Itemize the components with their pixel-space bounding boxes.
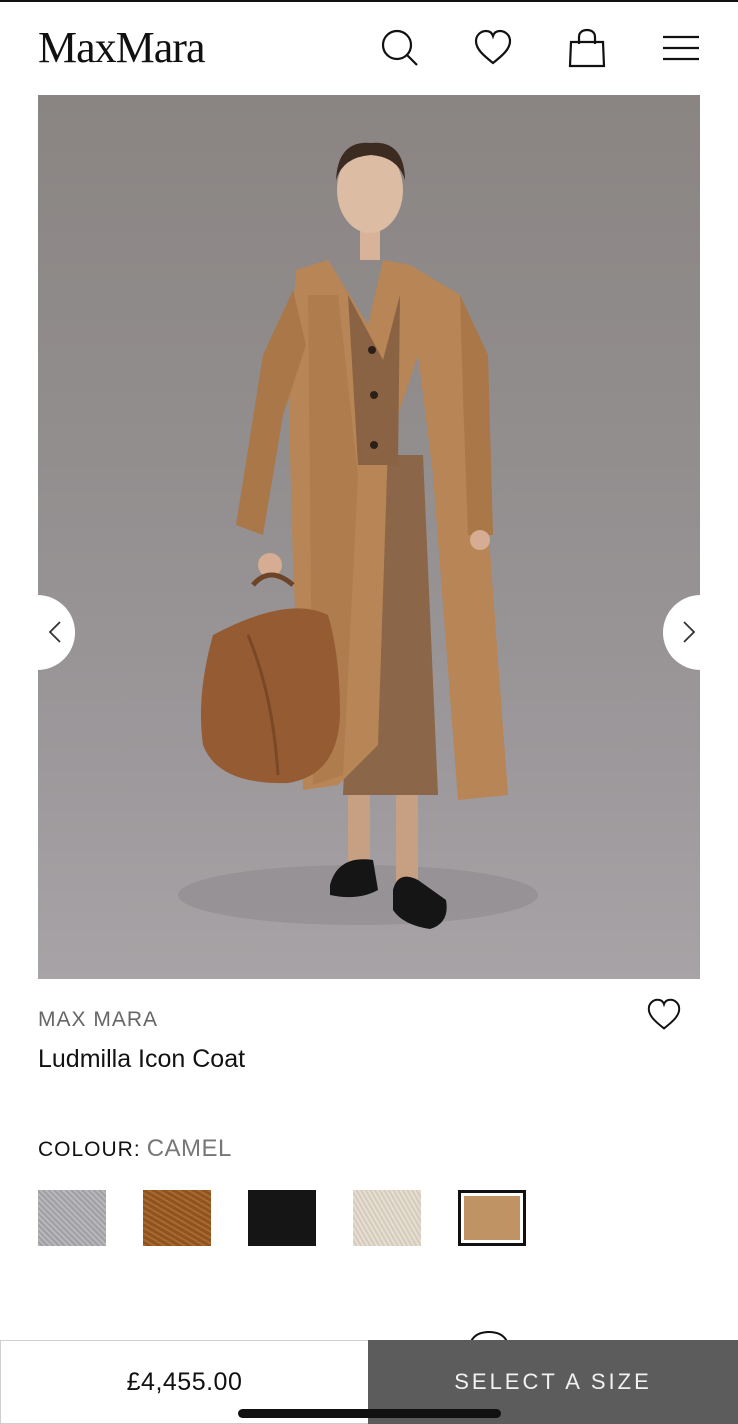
product-image-carousel[interactable] [38, 95, 700, 979]
swatch-camel-selected[interactable] [458, 1190, 526, 1246]
bag-icon[interactable] [567, 28, 607, 68]
swatch-brown[interactable] [143, 1190, 211, 1246]
swatch-black[interactable] [248, 1190, 316, 1246]
chevron-left-icon [48, 621, 61, 643]
product-name: Ludmilla Icon Coat [38, 1045, 246, 1073]
maxmara-logo[interactable]: MaxMara [38, 22, 205, 73]
care-icon [466, 1328, 512, 1340]
colour-label: COLOUR: [38, 1138, 141, 1161]
swatch-grey[interactable] [38, 1190, 106, 1246]
product-brand: MAX MARA [38, 1008, 159, 1031]
heart-icon[interactable] [473, 28, 513, 68]
menu-icon[interactable] [661, 28, 701, 68]
product-photo [178, 142, 538, 929]
heart-icon [647, 998, 681, 1030]
chevron-right-icon [683, 621, 696, 643]
add-to-wishlist-button[interactable] [646, 998, 682, 1032]
site-header: MaxMara [0, 2, 738, 94]
home-indicator[interactable] [238, 1409, 501, 1418]
search-icon[interactable] [380, 28, 420, 68]
swatch-ivory[interactable] [353, 1190, 421, 1246]
selected-colour-value: CAMEL [146, 1135, 232, 1162]
colour-selector-heading: COLOUR: CAMEL [38, 1135, 232, 1163]
